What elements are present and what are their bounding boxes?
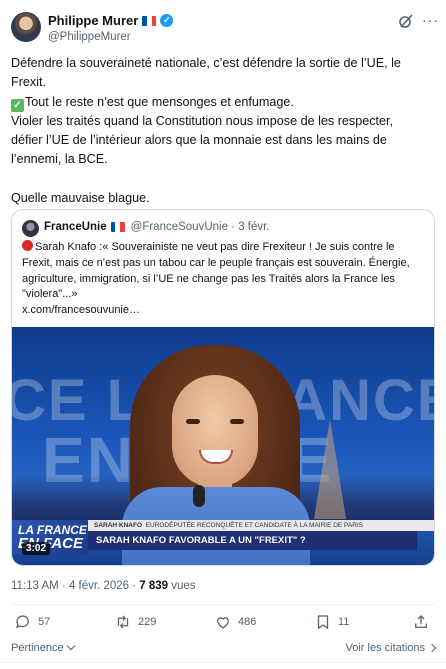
- reply-count: 57: [38, 616, 51, 628]
- views-label: vues: [168, 580, 196, 592]
- bookmark-icon: [317, 615, 329, 630]
- tweet-line: Défendre la souveraineté nationale, c’es…: [11, 56, 401, 70]
- tweet-line: Quelle mauvaise blague.: [11, 191, 150, 206]
- view-quotes-label: Voir les citations: [345, 642, 425, 654]
- video-duration: 3:02: [22, 542, 51, 555]
- divider: [11, 604, 435, 605]
- quoted-link[interactable]: x.com/francesouvunie…: [22, 303, 427, 319]
- quoted-author-handle[interactable]: @FranceSouvUnie · 3 févr.: [131, 221, 270, 233]
- person-eye: [186, 419, 200, 424]
- quoted-author-name[interactable]: FranceUnie: [44, 221, 107, 233]
- author-avatar[interactable]: [11, 12, 41, 42]
- tweet-line: Frexit.: [11, 75, 46, 90]
- tweet-timestamp[interactable]: 11:13 AM · 4 févr. 2026 ·: [11, 580, 139, 592]
- caption-subtitle: SARAH KNAFO EURODÉPUTÉE RECONQUÊTE ET CA…: [88, 520, 434, 531]
- tweet-line: défier l’UE de l’intérieur alors que la …: [11, 133, 387, 148]
- divider: [0, 662, 446, 663]
- repost-button[interactable]: 229: [114, 613, 156, 631]
- quoted-text: Sarah Knafo :« Souverainiste ne veut pas…: [22, 240, 427, 319]
- tweet-line: l’ennemi, la BCE.: [11, 152, 108, 167]
- france-flag-icon: [142, 15, 157, 26]
- sort-dropdown[interactable]: Pertinence: [11, 641, 75, 654]
- reply-button[interactable]: 57: [14, 613, 50, 631]
- share-button[interactable]: [412, 613, 430, 631]
- tweet-line: Violer les traités quand la Constitution…: [11, 113, 393, 128]
- tweet-header: Philippe Murer ✓ @PhilippeMurer ···: [0, 0, 446, 50]
- video-thumbnail[interactable]: CE LA FRANCE LA FRANCE EN FACE LA FRANCE…: [12, 327, 434, 565]
- lower-third: LA FRANCE EN FACE SARAH KNAFO EURODÉPUTÉ…: [12, 517, 434, 565]
- grok-icon[interactable]: [398, 13, 414, 29]
- views-count: 7 839: [139, 580, 169, 592]
- author-name[interactable]: Philippe Murer: [48, 13, 138, 28]
- bookmark-button[interactable]: 11: [314, 613, 349, 631]
- eiffel-tower: [314, 419, 346, 519]
- person-eye: [230, 419, 244, 424]
- microphone: [193, 485, 205, 507]
- like-button[interactable]: 486: [214, 613, 256, 631]
- sort-label: Pertinence: [11, 642, 64, 654]
- chevron-right-icon: [427, 643, 437, 653]
- quoted-line: "violera"...»: [22, 288, 78, 301]
- tweet-line: ✓ Tout le reste n’est que mensonges et en…: [11, 93, 436, 112]
- author-handle[interactable]: @PhilippeMurer: [48, 31, 131, 43]
- share-icon: [415, 615, 427, 628]
- person-face: [172, 375, 258, 487]
- heart-icon: [217, 617, 229, 629]
- verified-badge-icon: ✓: [160, 14, 174, 27]
- bookmark-count: 11: [338, 616, 350, 628]
- caption-title: SARAH KNAFO FAVORABLE A UN "FREXIT" ?: [88, 531, 417, 550]
- quoted-author-avatar[interactable]: [22, 220, 39, 237]
- like-count: 486: [238, 616, 257, 628]
- quoted-line: Sarah Knafo :« Souverainiste ne veut pas…: [22, 240, 427, 256]
- repost-count: 229: [138, 616, 157, 628]
- quoted-tweet[interactable]: FranceUnie @FranceSouvUnie · 3 févr. Sar…: [11, 209, 435, 566]
- tweet-meta: 11:13 AM · 4 févr. 2026 · 7 839 vues: [11, 580, 196, 592]
- action-bar: 57 229 486 11: [0, 613, 446, 637]
- red-circle-icon: [22, 240, 33, 251]
- more-options-icon[interactable]: ···: [422, 13, 439, 27]
- quoted-line: Frexit, mais ce n’est pas un tabou car l…: [22, 256, 410, 269]
- view-quotes-link[interactable]: Voir les citations: [345, 642, 437, 654]
- reply-icon: [15, 615, 29, 629]
- author-name-row[interactable]: Philippe Murer ✓: [48, 13, 174, 28]
- france-flag-icon: [110, 222, 125, 232]
- tweet-line-blank: [11, 170, 436, 189]
- quoted-line: agriculture, immigration, si l’UE ne cha…: [22, 272, 395, 285]
- check-mark-icon: ✓: [11, 98, 24, 112]
- tweet-text: Défendre la souveraineté nationale, c’es…: [11, 54, 436, 208]
- chevron-down-icon: [66, 641, 75, 651]
- quoted-author-row[interactable]: FranceUnie @FranceSouvUnie · 3 févr.: [44, 221, 270, 233]
- repost-icon: [117, 615, 129, 629]
